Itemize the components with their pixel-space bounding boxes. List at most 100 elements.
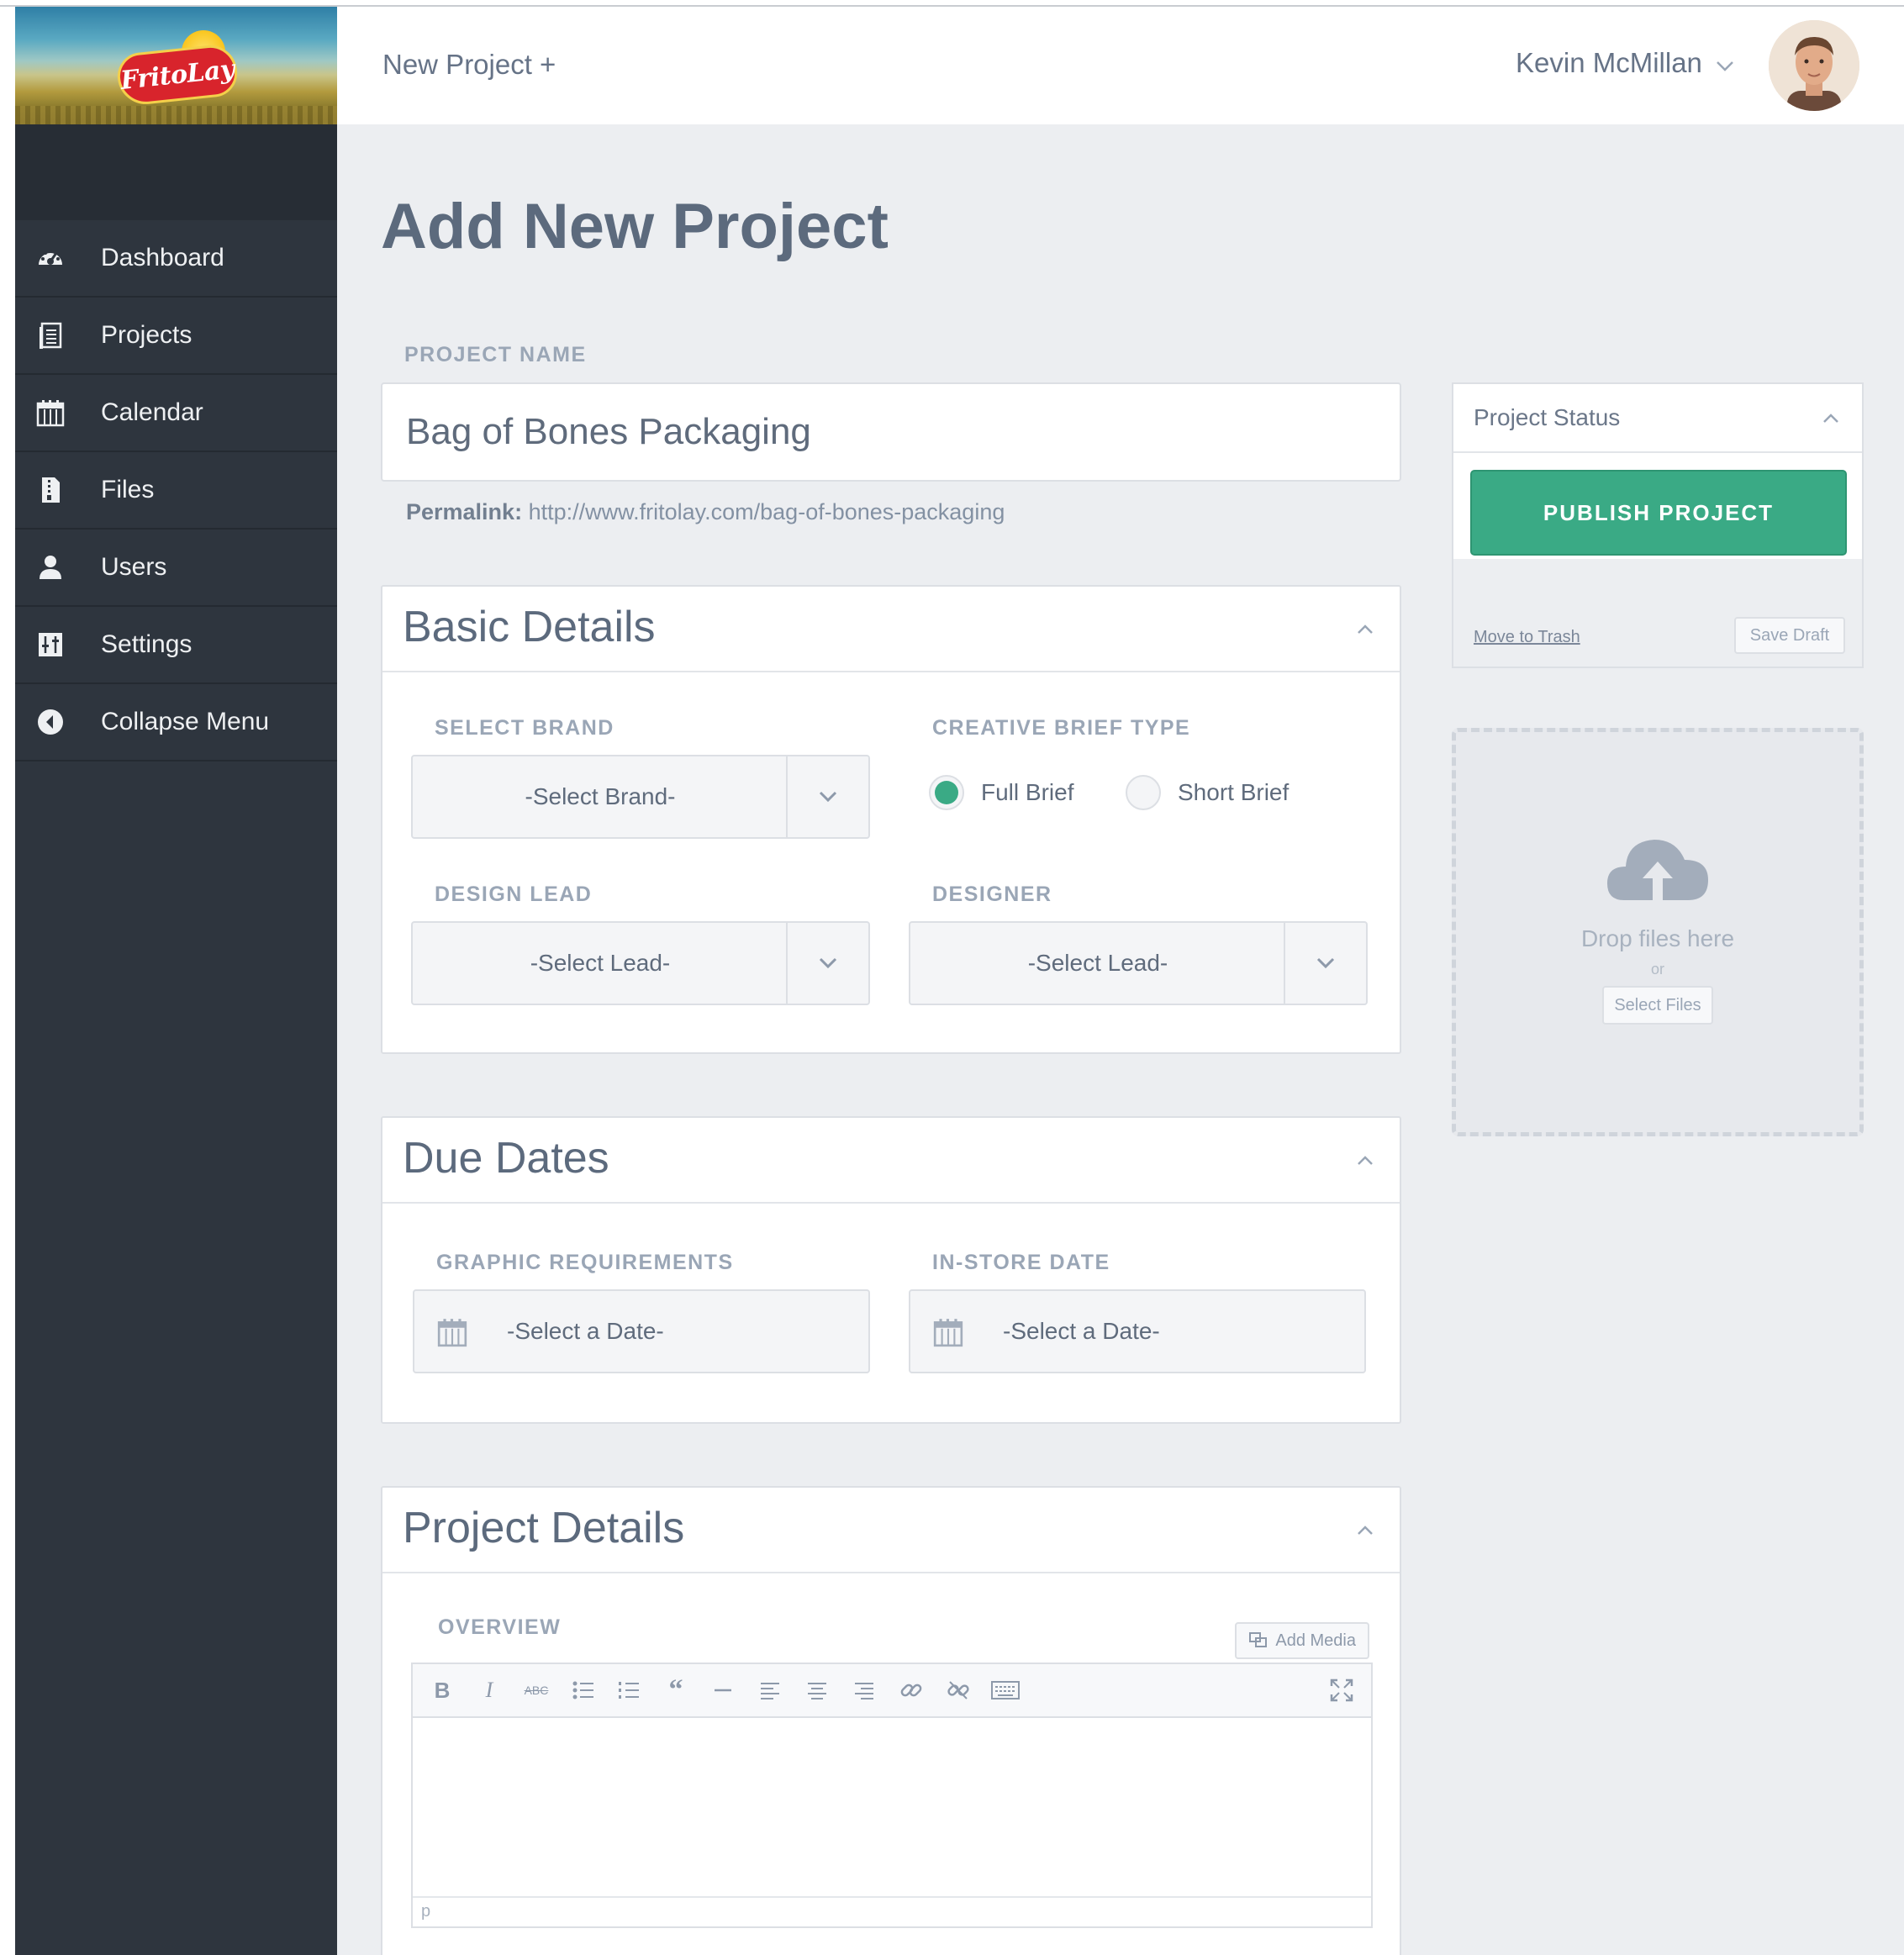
sidebar: FritoLay Dashboard Projects Calendar Fil… [15, 7, 337, 1955]
avatar[interactable] [1769, 20, 1859, 111]
add-media-button[interactable]: Add Media [1235, 1622, 1369, 1659]
permalink-url[interactable]: http://www.fritolay.com/bag-of-bones-pac… [529, 499, 1005, 524]
projects-icon [35, 320, 66, 350]
radio-button[interactable] [1126, 775, 1161, 810]
brief-option-full[interactable]: Full Brief [929, 775, 1073, 810]
due-dates-panel: Due Dates GRAPHIC REQUIREMENTS -Select a… [381, 1116, 1401, 1424]
drop-or-text: or [1650, 961, 1664, 978]
graphic-requirements-date-input[interactable]: -Select a Date- [413, 1289, 870, 1373]
horizontal-rule-icon[interactable] [709, 1676, 737, 1705]
save-draft-button[interactable]: Save Draft [1734, 617, 1845, 654]
sidebar-item-label: Files [101, 476, 155, 503]
logo-text: FritoLay [119, 54, 236, 96]
sidebar-nav: Dashboard Projects Calendar Files Users [15, 220, 337, 761]
brand-select[interactable]: -Select Brand- [411, 755, 870, 839]
calendar-icon[interactable] [932, 1316, 964, 1348]
panel-header: Project Details [382, 1488, 1400, 1573]
graphic-requirements-label: GRAPHIC REQUIREMENTS [436, 1251, 734, 1274]
collapse-icon [35, 707, 66, 737]
status-header: Project Status [1453, 384, 1862, 453]
sidebar-item-users[interactable]: Users [15, 530, 337, 607]
strikethrough-button[interactable]: ABC [522, 1676, 551, 1705]
designer-label: DESIGNER [932, 883, 1052, 906]
calendar-icon [35, 398, 66, 428]
align-left-icon[interactable] [756, 1676, 784, 1705]
project-name-input[interactable] [381, 382, 1401, 482]
chevron-down-icon[interactable] [786, 756, 868, 837]
editor-toolbar: B I ABC “ [413, 1664, 1371, 1718]
user-menu-name[interactable]: Kevin McMillan [1516, 47, 1702, 79]
chevron-down-icon[interactable] [1714, 55, 1736, 77]
move-to-trash-link[interactable]: Move to Trash [1474, 628, 1580, 647]
editor-path-bar: p [413, 1896, 1371, 1926]
publish-project-button[interactable]: PUBLISH PROJECT [1470, 470, 1847, 556]
panel-header: Basic Details [382, 587, 1400, 672]
project-name-label: PROJECT NAME [404, 343, 587, 366]
design-lead-select[interactable]: -Select Lead- [411, 921, 870, 1005]
designer-select[interactable]: -Select Lead- [909, 921, 1368, 1005]
unlink-icon[interactable] [944, 1676, 973, 1705]
window-frame [0, 0, 1904, 7]
numbered-list-icon[interactable] [614, 1676, 643, 1705]
blockquote-icon[interactable]: “ [662, 1674, 690, 1705]
keyboard-icon[interactable] [991, 1676, 1020, 1705]
radio-label: Short Brief [1178, 779, 1290, 805]
sidebar-item-projects[interactable]: Projects [15, 298, 337, 375]
select-brand-label: SELECT BRAND [435, 716, 614, 740]
cloud-upload-icon [1606, 833, 1710, 905]
chevron-up-icon[interactable] [1353, 1148, 1378, 1173]
radio-label: Full Brief [981, 779, 1074, 805]
main-content: Add New Project PROJECT NAME Permalink: … [337, 124, 1904, 1955]
chevron-up-icon[interactable] [1818, 406, 1843, 431]
panel-title: Basic Details [403, 603, 656, 651]
rich-text-editor[interactable]: B I ABC “ p [411, 1663, 1373, 1928]
permalink: Permalink: http://www.fritolay.com/bag-o… [406, 499, 1005, 525]
panel-title: Project Details [403, 1504, 685, 1552]
sidebar-item-settings[interactable]: Settings [15, 607, 337, 684]
chevron-down-icon[interactable] [1284, 923, 1366, 1004]
settings-icon [35, 630, 66, 660]
sidebar-item-files[interactable]: Files [15, 452, 337, 530]
design-lead-value: -Select Lead- [530, 950, 671, 976]
align-center-icon[interactable] [803, 1676, 831, 1705]
dashboard-icon [35, 243, 66, 273]
creative-brief-type-label: CREATIVE BRIEF TYPE [932, 716, 1191, 740]
radio-button-selected[interactable] [929, 775, 964, 810]
bullet-list-icon[interactable] [569, 1676, 598, 1705]
in-store-date-label: IN-STORE DATE [932, 1251, 1110, 1274]
link-icon[interactable] [897, 1676, 926, 1705]
in-store-date-input[interactable]: -Select a Date- [909, 1289, 1366, 1373]
date-placeholder: -Select a Date- [1003, 1318, 1160, 1344]
designer-value: -Select Lead- [1027, 950, 1168, 976]
brand-logo[interactable]: FritoLay [15, 7, 337, 124]
select-files-button[interactable]: Select Files [1602, 986, 1713, 1025]
fullscreen-icon[interactable] [1327, 1676, 1356, 1705]
brand-select-value: -Select Brand- [525, 783, 676, 809]
new-project-link[interactable]: New Project + [382, 49, 556, 81]
project-details-panel: Project Details OVERVIEW Add Media B I A… [381, 1486, 1401, 1955]
field-graphic [15, 106, 337, 124]
status-body: PUBLISH PROJECT [1453, 453, 1862, 559]
chevron-up-icon[interactable] [1353, 1518, 1378, 1543]
chevron-up-icon[interactable] [1353, 617, 1378, 642]
sidebar-item-collapse-menu[interactable]: Collapse Menu [15, 684, 337, 761]
italic-button[interactable]: I [475, 1676, 504, 1705]
design-lead-label: DESIGN LEAD [435, 883, 593, 906]
media-icon [1249, 1632, 1268, 1647]
bold-button[interactable]: B [428, 1676, 456, 1705]
chevron-down-icon[interactable] [786, 923, 868, 1004]
sidebar-item-label: Users [101, 553, 167, 581]
logo-badge: FritoLay [115, 42, 240, 108]
user-icon [35, 552, 66, 582]
file-drop-zone[interactable]: Drop files here or Select Files [1452, 728, 1864, 1136]
brief-option-short[interactable]: Short Brief [1126, 775, 1289, 810]
align-right-icon[interactable] [850, 1676, 878, 1705]
radio-dot [935, 781, 958, 804]
sidebar-item-dashboard[interactable]: Dashboard [15, 220, 337, 298]
sidebar-item-calendar[interactable]: Calendar [15, 375, 337, 452]
add-media-label: Add Media [1275, 1631, 1356, 1650]
calendar-icon[interactable] [436, 1316, 468, 1348]
sidebar-item-label: Dashboard [101, 244, 224, 271]
sidebar-item-label: Collapse Menu [101, 708, 270, 735]
status-title: Project Status [1474, 404, 1621, 430]
